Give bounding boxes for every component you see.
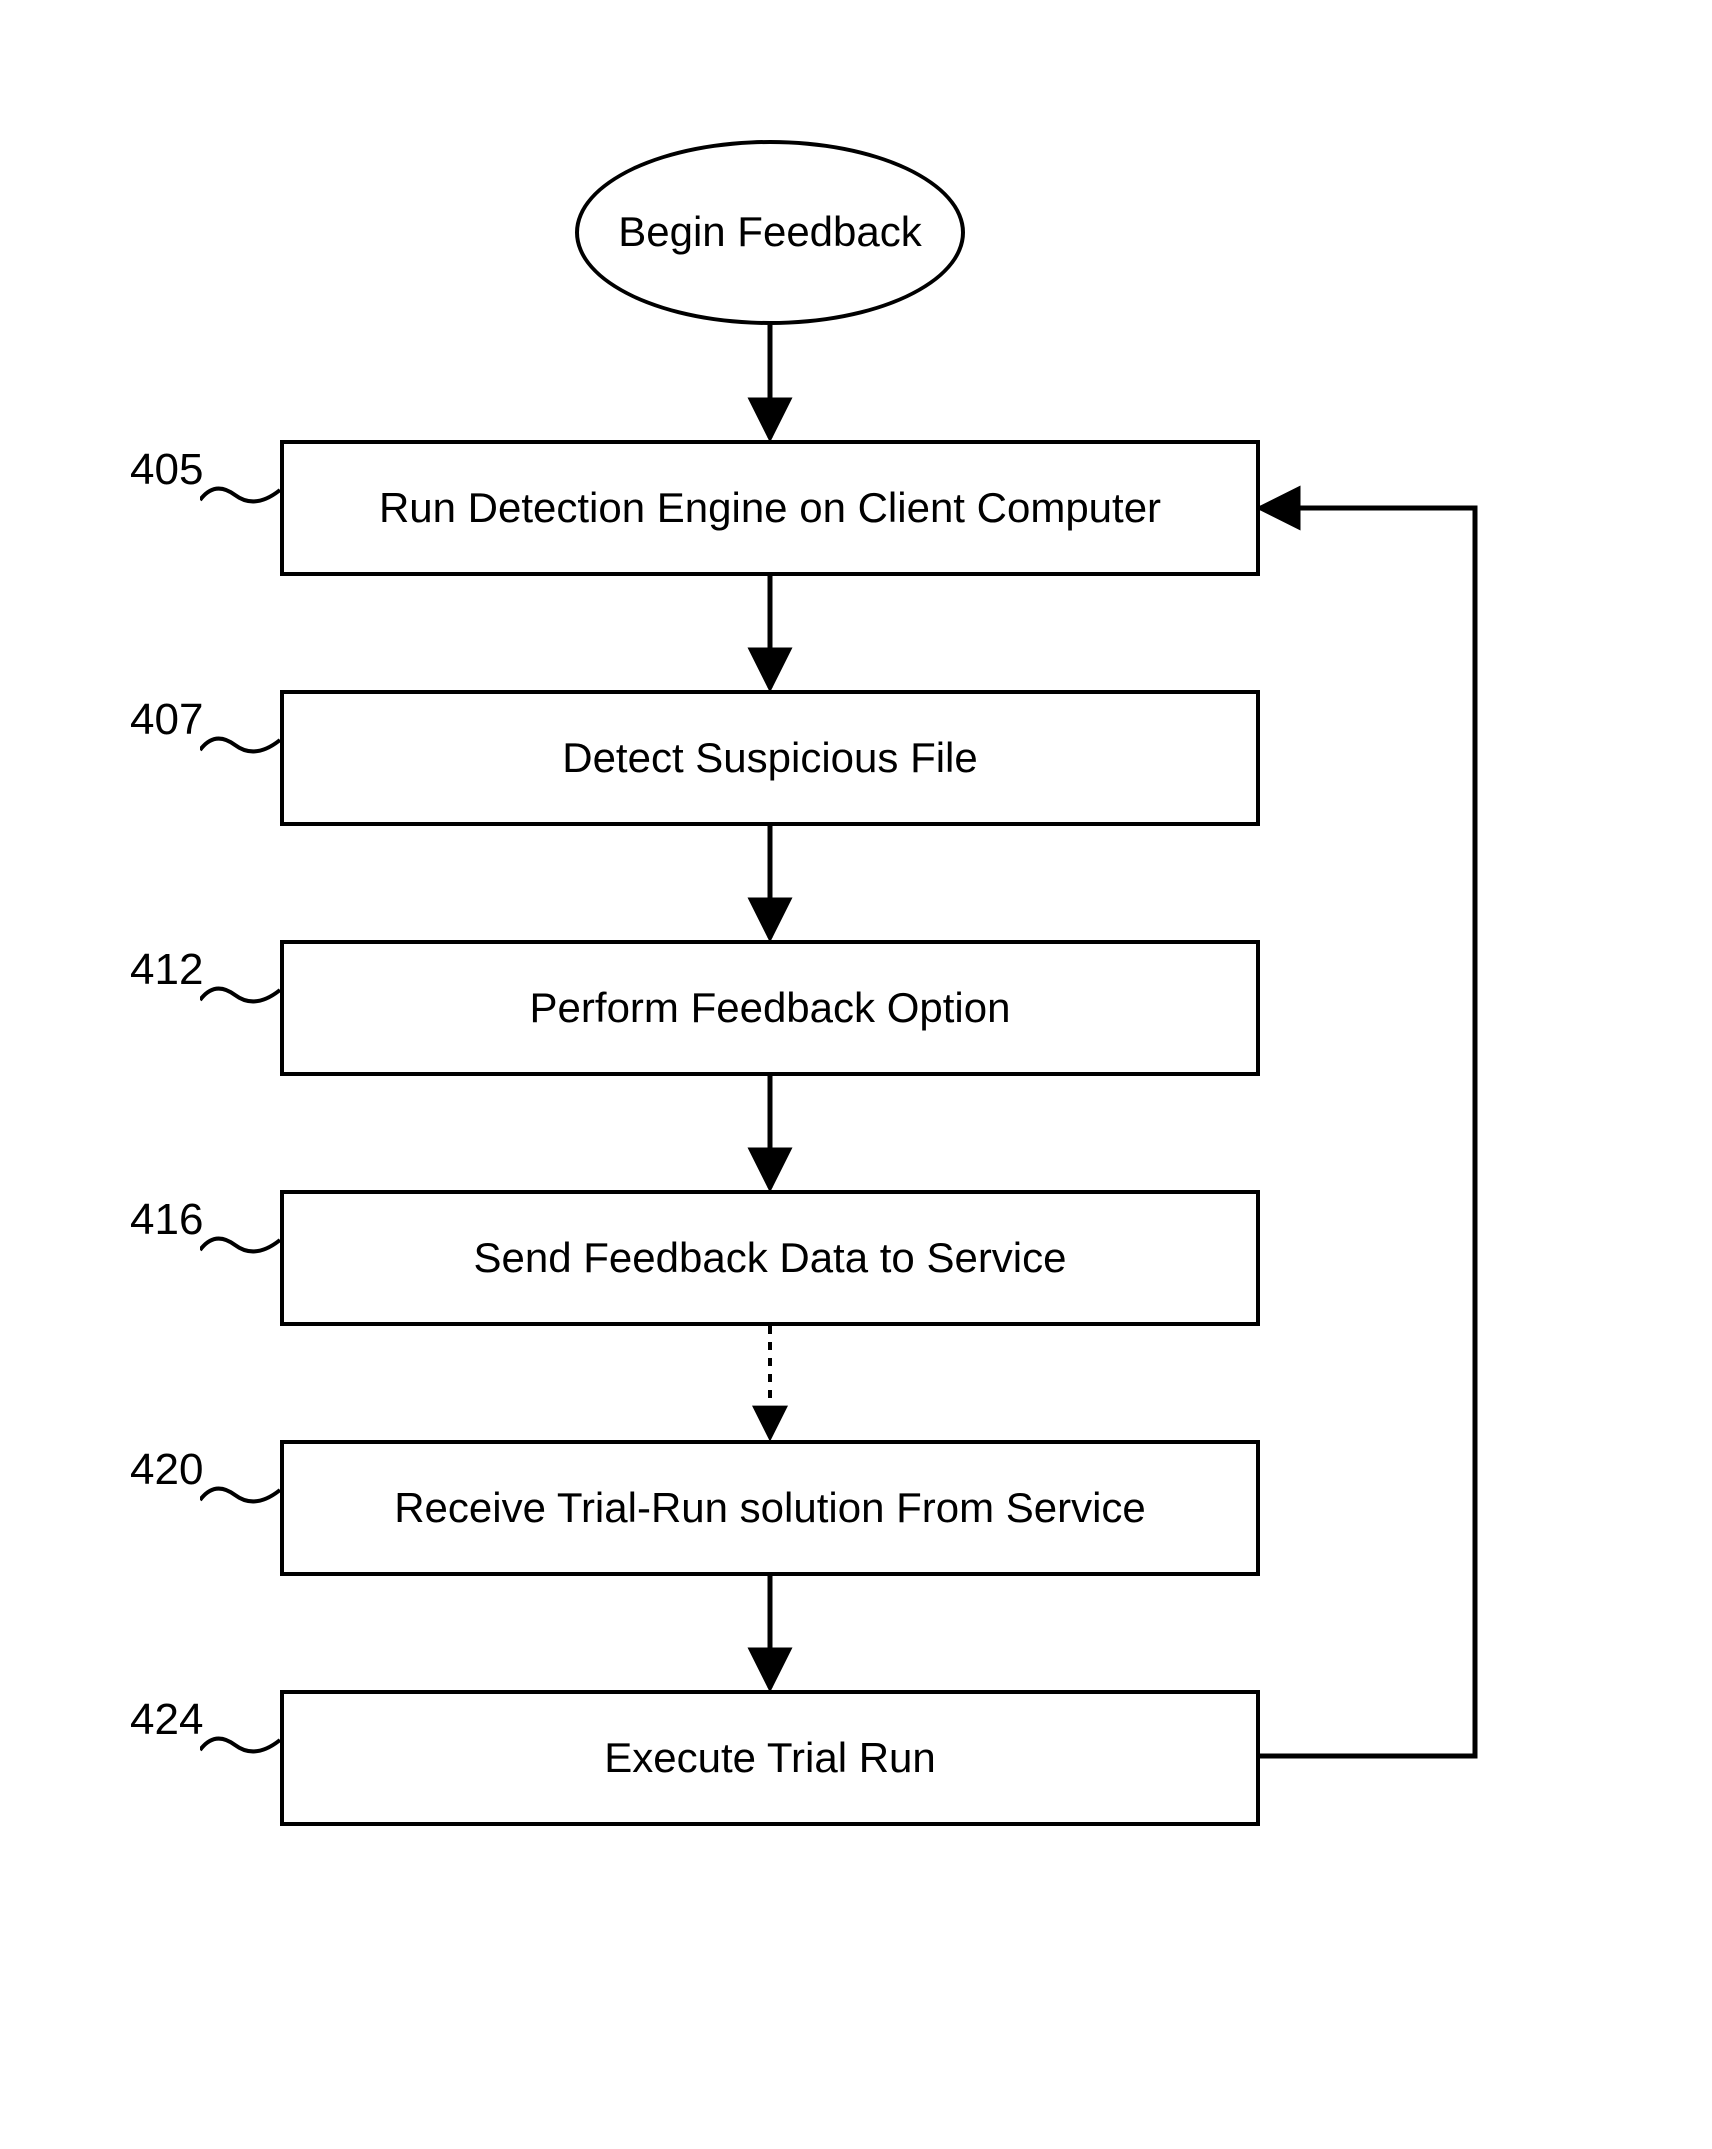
step-424-leader <box>200 1725 280 1765</box>
step-416-leader <box>200 1225 280 1265</box>
step-420-ref: 420 <box>130 1445 203 1495</box>
step-412-text: Perform Feedback Option <box>530 983 1011 1033</box>
start-node-label: Begin Feedback <box>618 207 922 257</box>
step-416: Send Feedback Data to Service <box>280 1190 1260 1326</box>
step-405-leader <box>200 475 280 515</box>
start-node: Begin Feedback <box>575 140 965 325</box>
step-424-text: Execute Trial Run <box>604 1733 936 1783</box>
step-412-ref: 412 <box>130 945 203 995</box>
step-412-leader <box>200 975 280 1015</box>
step-420-leader <box>200 1475 280 1515</box>
step-407-text: Detect Suspicious File <box>562 733 978 783</box>
step-405-ref: 405 <box>130 445 203 495</box>
step-407-ref: 407 <box>130 695 203 745</box>
step-407-leader <box>200 725 280 765</box>
step-424-ref: 424 <box>130 1695 203 1745</box>
flowchart-canvas: Begin Feedback Run Detection Engine on C… <box>0 0 1712 2149</box>
step-420-text: Receive Trial-Run solution From Service <box>394 1483 1146 1533</box>
step-424: Execute Trial Run <box>280 1690 1260 1826</box>
step-420: Receive Trial-Run solution From Service <box>280 1440 1260 1576</box>
edge-424-405-loop <box>1260 508 1475 1756</box>
step-405-text: Run Detection Engine on Client Computer <box>379 483 1161 533</box>
step-405: Run Detection Engine on Client Computer <box>280 440 1260 576</box>
step-416-ref: 416 <box>130 1195 203 1245</box>
step-412: Perform Feedback Option <box>280 940 1260 1076</box>
step-416-text: Send Feedback Data to Service <box>473 1233 1066 1283</box>
step-407: Detect Suspicious File <box>280 690 1260 826</box>
